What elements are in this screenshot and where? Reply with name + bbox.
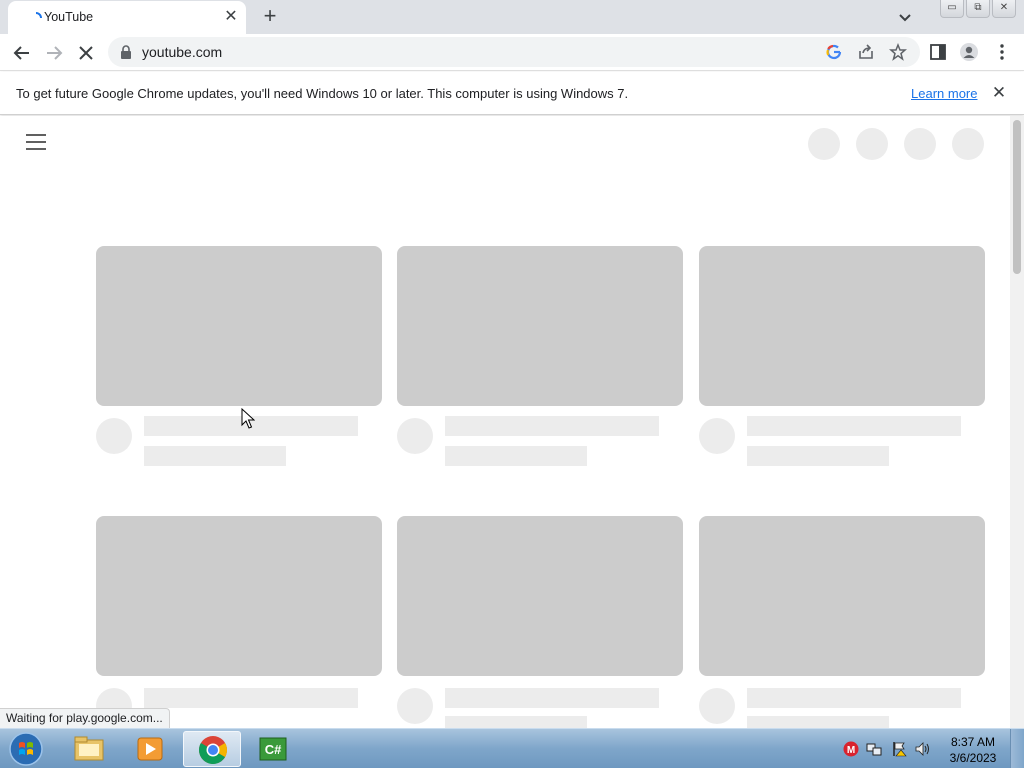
clock-date: 3/6/2023 bbox=[949, 751, 997, 765]
learn-more-link[interactable]: Learn more bbox=[911, 86, 977, 101]
channel-avatar-placeholder bbox=[397, 418, 433, 454]
title-placeholder bbox=[445, 416, 659, 436]
network-tray-icon[interactable] bbox=[866, 741, 882, 757]
video-thumbnail-placeholder[interactable] bbox=[699, 246, 985, 406]
restore-button[interactable]: ⧉ bbox=[966, 0, 990, 18]
meta-placeholder bbox=[747, 716, 889, 728]
forward-arrow-icon[interactable] bbox=[42, 41, 66, 65]
stop-loading-icon[interactable] bbox=[74, 41, 98, 65]
csharp-icon: C# bbox=[259, 737, 287, 761]
close-window-button[interactable]: ✕ bbox=[992, 0, 1016, 18]
channel-avatar-placeholder bbox=[96, 418, 132, 454]
loading-spinner-icon bbox=[35, 12, 42, 19]
title-placeholder bbox=[747, 688, 961, 708]
side-panel-icon[interactable] bbox=[927, 41, 949, 63]
url-text[interactable]: youtube.com bbox=[142, 44, 222, 60]
infobar-message: To get future Google Chrome updates, you… bbox=[16, 86, 629, 101]
header-placeholder bbox=[904, 128, 936, 160]
profile-avatar-icon[interactable] bbox=[958, 41, 980, 63]
antivirus-tray-icon[interactable]: M bbox=[843, 741, 859, 757]
scrollbar-thumb[interactable] bbox=[1013, 120, 1021, 274]
header-placeholder bbox=[952, 128, 984, 160]
media-player-icon bbox=[137, 737, 163, 761]
show-desktop-button[interactable] bbox=[1010, 729, 1024, 768]
menu-icon[interactable] bbox=[26, 134, 46, 150]
mouse-cursor-icon bbox=[241, 408, 255, 429]
window-controls: ▭ ⧉ ✕ bbox=[940, 0, 1016, 18]
svg-text:M: M bbox=[847, 745, 855, 756]
action-center-flag-icon[interactable] bbox=[891, 741, 907, 757]
meta-placeholder bbox=[747, 446, 889, 466]
screen: YouTube ✕ + ▭ ⧉ ✕ youtube.com To get fut… bbox=[0, 0, 1024, 768]
video-thumbnail-placeholder[interactable] bbox=[699, 516, 985, 676]
header-placeholder bbox=[808, 128, 840, 160]
tab-close-icon[interactable]: ✕ bbox=[222, 8, 240, 26]
tab-strip: YouTube ✕ + ▭ ⧉ ✕ bbox=[0, 0, 1024, 34]
header-placeholder bbox=[856, 128, 888, 160]
bookmark-star-icon[interactable] bbox=[889, 43, 907, 61]
channel-avatar-placeholder bbox=[699, 688, 735, 724]
video-thumbnail-placeholder[interactable] bbox=[397, 516, 683, 676]
video-thumbnail-placeholder[interactable] bbox=[397, 246, 683, 406]
meta-placeholder bbox=[445, 446, 587, 466]
channel-avatar-placeholder bbox=[397, 688, 433, 724]
clock-time: 8:37 AM bbox=[950, 735, 996, 749]
update-infobar: To get future Google Chrome updates, you… bbox=[0, 72, 1024, 115]
tab-youtube[interactable]: YouTube ✕ bbox=[8, 1, 246, 34]
minimize-button[interactable]: ▭ bbox=[940, 0, 964, 18]
back-arrow-icon[interactable] bbox=[10, 41, 34, 65]
tab-search-chevron-icon[interactable] bbox=[896, 8, 914, 26]
start-orb-icon[interactable] bbox=[6, 731, 46, 767]
svg-text:C#: C# bbox=[265, 742, 282, 757]
youtube-page bbox=[0, 116, 1024, 728]
taskbar-clock[interactable]: 8:37 AM 3/6/2023 bbox=[944, 734, 1002, 766]
new-tab-button[interactable]: + bbox=[258, 5, 282, 29]
folder-icon bbox=[74, 736, 104, 761]
video-thumbnail-placeholder[interactable] bbox=[96, 516, 382, 676]
taskbar-csharp-app[interactable]: C# bbox=[244, 731, 302, 767]
windows-taskbar: C# M 8:37 AM 3/6/2023 bbox=[0, 728, 1024, 768]
taskbar-google-chrome[interactable] bbox=[183, 731, 241, 767]
meta-placeholder bbox=[144, 446, 286, 466]
tab-title: YouTube bbox=[44, 10, 94, 24]
share-icon[interactable] bbox=[857, 43, 875, 61]
volume-icon[interactable] bbox=[914, 741, 930, 757]
address-bar[interactable]: youtube.com bbox=[108, 37, 920, 67]
google-lens-icon[interactable] bbox=[825, 43, 843, 61]
chrome-icon bbox=[199, 736, 227, 764]
taskbar-file-explorer[interactable] bbox=[60, 731, 118, 767]
page-scrollbar[interactable] bbox=[1010, 116, 1024, 728]
meta-placeholder bbox=[445, 716, 587, 728]
title-placeholder bbox=[144, 688, 358, 708]
title-placeholder bbox=[747, 416, 961, 436]
lock-icon[interactable] bbox=[120, 45, 132, 59]
video-thumbnail-placeholder[interactable] bbox=[96, 246, 382, 406]
taskbar-media-player[interactable] bbox=[121, 731, 179, 767]
infobar-close-icon[interactable]: ✕ bbox=[990, 84, 1008, 102]
channel-avatar-placeholder bbox=[699, 418, 735, 454]
more-menu-icon[interactable] bbox=[991, 41, 1013, 63]
title-placeholder bbox=[445, 688, 659, 708]
browser-toolbar: youtube.com bbox=[0, 34, 1024, 71]
status-bubble: Waiting for play.google.com... bbox=[0, 708, 170, 728]
